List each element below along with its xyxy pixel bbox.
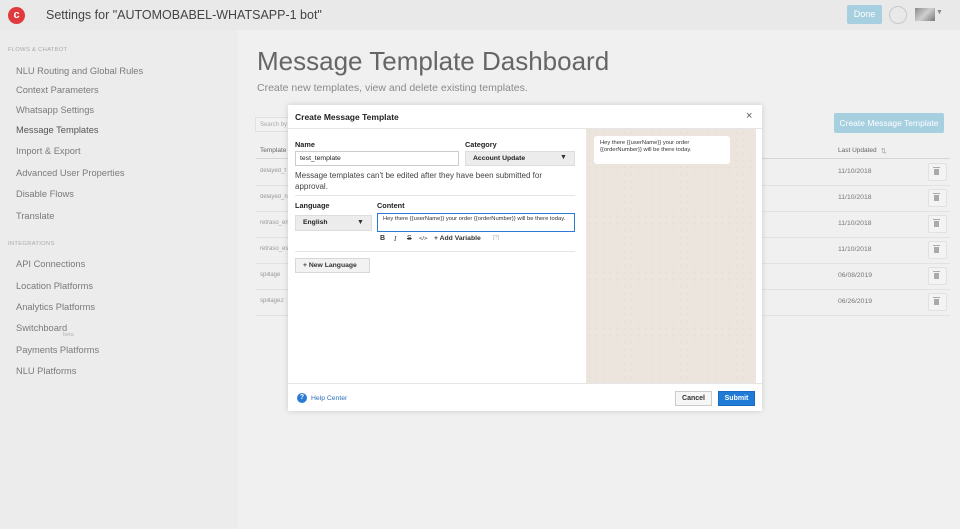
sidebar-item-nlu-platforms[interactable]: NLU Platforms: [16, 366, 76, 376]
trash-icon[interactable]: [928, 241, 947, 259]
divider: [295, 195, 575, 196]
sidebar-item-switchboard[interactable]: Switchboard: [16, 323, 67, 333]
modal-header: Create Message Template ×: [288, 105, 762, 129]
section-integrations: INTEGRATIONS: [8, 241, 55, 247]
name-label: Name: [295, 140, 315, 149]
code-icon[interactable]: </>: [419, 236, 427, 242]
template-name: spillage: [260, 272, 281, 278]
column-header-template[interactable]: Template: [260, 147, 286, 154]
trash-icon[interactable]: [928, 189, 947, 207]
variable-help-link[interactable]: [?]: [493, 235, 499, 241]
sidebar: FLOWS & CHATBOT NLU Routing and Global R…: [0, 30, 238, 529]
template-name: retraso_es: [260, 246, 289, 252]
sidebar-item-import-export[interactable]: Import & Export: [16, 146, 81, 156]
create-message-template-button[interactable]: Create Message Template: [834, 113, 944, 133]
sidebar-item-disable-flows[interactable]: Disable Flows: [16, 189, 74, 199]
template-name: retraso_en: [260, 220, 289, 226]
brand-logo: c: [8, 7, 25, 24]
content-textarea[interactable]: Hey there {{userName}} your order {{orde…: [377, 213, 575, 232]
column-header-last-updated[interactable]: Last Updated: [838, 147, 877, 154]
sidebar-item-context-parameters[interactable]: Context Parameters: [16, 85, 99, 95]
whatsapp-preview-panel: Hey there {{userName}} your order {{orde…: [586, 129, 756, 383]
name-field[interactable]: test_template: [295, 151, 459, 166]
page-title: Settings for "AUTOMOBABEL-WHATSAPP-1 bot…: [46, 8, 322, 22]
chevron-down-icon[interactable]: ▼: [560, 154, 567, 161]
category-value: Account Update: [473, 155, 526, 162]
sort-icon[interactable]: ⇅: [881, 147, 886, 155]
chevron-down-icon[interactable]: ▼: [936, 9, 943, 16]
template-name: delayed_n: [260, 194, 288, 200]
last-updated-date: 06/26/2019: [838, 298, 873, 305]
template-name: spillage2: [260, 298, 284, 304]
category-label: Category: [465, 140, 497, 149]
modal-title: Create Message Template: [295, 112, 399, 122]
last-updated-date: 11/10/2018: [838, 168, 872, 175]
bold-icon[interactable]: B: [380, 235, 385, 242]
section-flows-chatbot: FLOWS & CHATBOT: [8, 47, 68, 53]
preview-message-bubble: Hey there {{userName}} your order {{orde…: [594, 136, 730, 164]
submit-button[interactable]: Submit: [718, 391, 755, 406]
chevron-down-icon[interactable]: ▼: [357, 219, 364, 226]
avatar[interactable]: [915, 8, 935, 21]
sidebar-item-message-templates[interactable]: Message Templates: [16, 125, 99, 135]
category-select[interactable]: Account Update: [465, 151, 575, 166]
language-value: English: [303, 219, 328, 226]
beta-badge: beta: [63, 332, 74, 338]
sidebar-item-analytics-platforms[interactable]: Analytics Platforms: [16, 302, 95, 312]
edit-warning-note: Message templates can't be edited after …: [295, 171, 543, 191]
add-variable-button[interactable]: + Add Variable: [434, 235, 481, 242]
create-template-modal: Create Message Template × Name test_temp…: [288, 105, 762, 411]
trash-icon[interactable]: [928, 163, 947, 181]
cancel-button[interactable]: Cancel: [675, 391, 712, 406]
italic-icon[interactable]: I: [394, 235, 396, 243]
dashboard-title: Message Template Dashboard: [257, 46, 610, 76]
template-name: delayed_f: [260, 168, 287, 174]
sidebar-item-location-platforms[interactable]: Location Platforms: [16, 281, 93, 291]
trash-icon[interactable]: [928, 293, 947, 311]
whatsapp-icon[interactable]: [889, 6, 907, 24]
last-updated-date: 11/10/2018: [838, 246, 872, 253]
last-updated-date: 11/10/2018: [838, 194, 872, 201]
help-center-link[interactable]: Help Center: [311, 395, 347, 402]
new-language-button[interactable]: + New Language: [295, 258, 370, 273]
close-icon[interactable]: ×: [746, 110, 752, 122]
strikethrough-icon[interactable]: S: [407, 235, 412, 242]
help-icon[interactable]: ?: [297, 393, 307, 403]
dashboard-subtitle: Create new templates, view and delete ex…: [257, 82, 528, 94]
sidebar-item-whatsapp-settings[interactable]: Whatsapp Settings: [16, 105, 94, 115]
sidebar-item-advanced-user-properties[interactable]: Advanced User Properties: [16, 168, 125, 178]
divider: [295, 251, 575, 252]
sidebar-item-translate[interactable]: Translate: [16, 211, 54, 221]
last-updated-date: 11/10/2018: [838, 220, 872, 227]
content-label: Content: [377, 201, 405, 210]
sidebar-item-payments-platforms[interactable]: Payments Platforms: [16, 345, 99, 355]
trash-icon[interactable]: [928, 267, 947, 285]
trash-icon[interactable]: [928, 215, 947, 233]
last-updated-date: 06/08/2019: [838, 272, 873, 279]
sidebar-item-api-connections[interactable]: API Connections: [16, 259, 85, 269]
done-button[interactable]: Done: [847, 5, 882, 24]
sidebar-item-nlu-routing[interactable]: NLU Routing and Global Rules: [16, 66, 143, 76]
modal-footer: ? Help Center Cancel Submit: [288, 383, 762, 412]
language-label: Language: [295, 201, 330, 210]
top-bar: c Settings for "AUTOMOBABEL-WHATSAPP-1 b…: [0, 0, 960, 30]
